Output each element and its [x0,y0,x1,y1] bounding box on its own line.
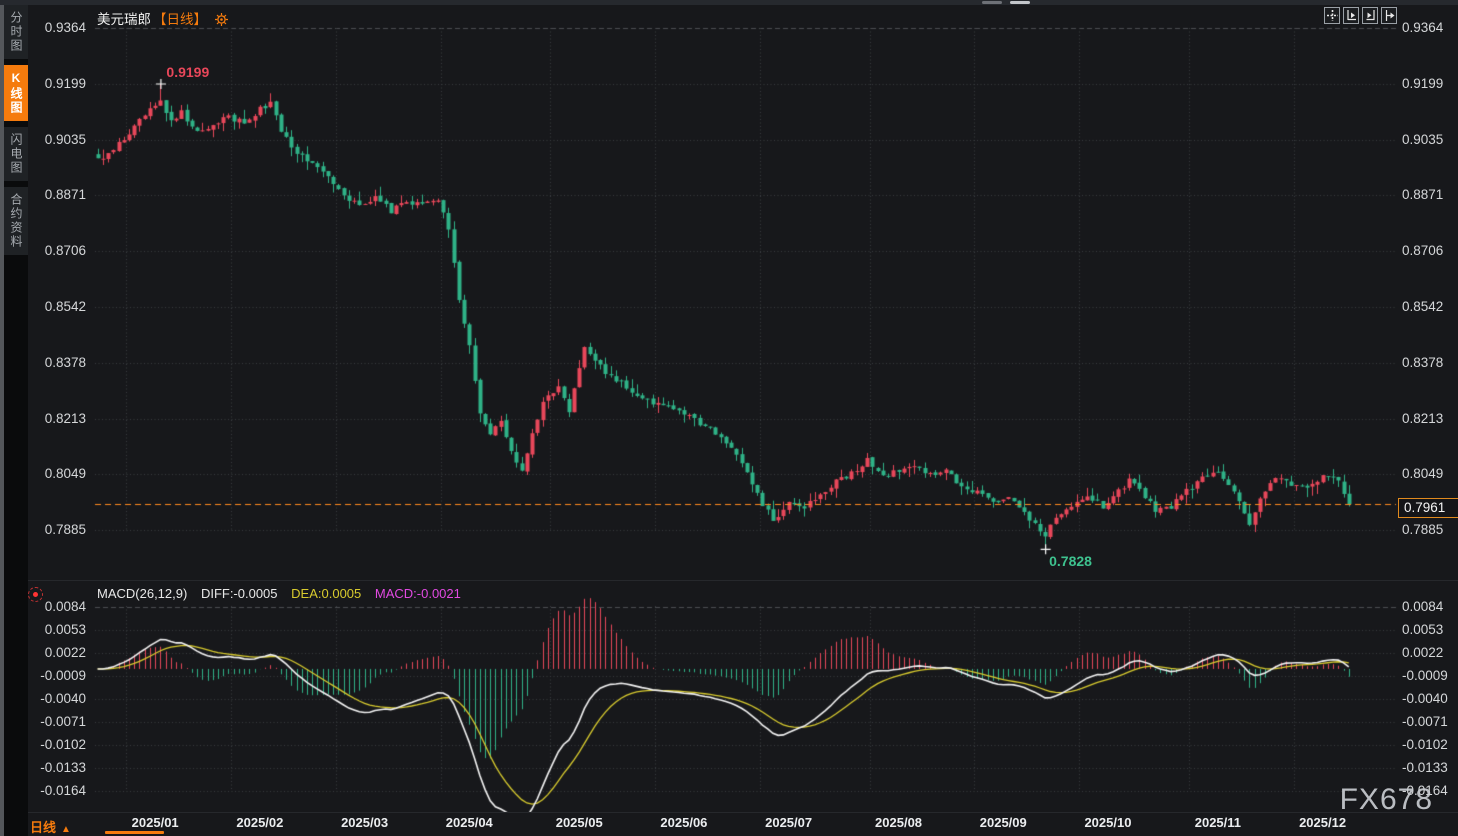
price-axis-label-left: 0.9199 [44,76,86,91]
macd-diff-value: DIFF:-0.0005 [200,586,278,601]
top-strip-chip [1010,1,1030,4]
price-axis-label-left: 0.9035 [44,131,86,147]
month-label: 2025/06 [660,815,708,830]
month-label: 2025/10 [1084,815,1132,830]
month-label: 2025/11 [1194,815,1242,830]
macd-dea-value: DEA:0.0005 [291,586,362,601]
month-label: 2025/03 [341,815,389,830]
macd-axis-label-right: -0.0009 [1402,667,1448,683]
month-label: 2025/01 [131,815,179,830]
symbol-name: 美元瑞郎 [97,12,151,27]
macd-axis-label-left: -0.0009 [40,667,86,683]
macd-axis-label-right: -0.0133 [1402,759,1448,775]
macd-axis-label-left: -0.0040 [40,690,86,706]
fx678-watermark: FX678 [1339,783,1433,816]
sidebar: 分时图 K线图闪电图合约资料 [4,5,28,836]
price-axis-label-right: 0.8706 [1402,243,1444,259]
macd-macd-value: MACD:-0.0021 [374,586,461,601]
month-label: 2025/08 [875,815,923,830]
sidebar-item-contract-info[interactable]: 合约资料 [4,187,28,255]
macd-axis-label-left: -0.0102 [40,736,86,752]
sidebar-item-kline-chart[interactable]: K线图 [4,65,28,121]
price-axis-label-left: 0.8378 [44,354,86,370]
low-annotation: 0.7828 [1049,553,1092,570]
price-axis-label-left: 0.8871 [44,187,86,203]
price-axis-label-right: 0.8871 [1402,187,1444,203]
month-label: 2025/09 [979,815,1027,830]
macd-axis-label-left: -0.0133 [40,759,86,775]
period-selector-label: 日线 [30,820,57,835]
price-axis-label-right: 0.8213 [1402,410,1444,426]
month-label: 2025/07 [765,815,813,830]
month-label: 2025/02 [236,815,284,830]
chart-title: 美元瑞郎 【日线】 [97,8,228,29]
period-tag: 【日线】 [153,12,207,27]
macd-axis-label-left: -0.0071 [40,713,86,729]
macd-indicator-label: MACD(26,12,9) [97,586,188,601]
price-axis-label-right: 0.7885 [1402,522,1444,537]
macd-axis-label-right: 0.0022 [1402,644,1444,660]
chart-toolbar [1324,7,1397,24]
axis-divider [28,812,1458,813]
pane-divider [28,580,1458,581]
price-axis-label-left: 0.8213 [44,410,86,426]
macd-axis-label-right: -0.0040 [1402,690,1448,706]
price-axis-label-right: 0.8378 [1402,354,1444,370]
red-burst-icon[interactable] [28,587,43,602]
macd-header: MACD(26,12,9) DIFF:-0.0005 DEA:0.0005 MA… [97,586,471,601]
macd-axis-label-right: -0.0102 [1402,736,1448,752]
price-axis-label-right: 0.8542 [1402,299,1444,314]
macd-axis-label-right: 0.0084 [1402,598,1444,614]
candlestick-macd-canvas[interactable] [0,0,1458,836]
top-window-strip [0,0,1458,5]
price-axis-label-right: 0.8049 [1402,466,1444,482]
collapse-panel-icon[interactable] [1381,7,1397,24]
price-axis-label-right: 0.9364 [1402,20,1444,35]
price-axis-label-left: 0.8049 [44,466,86,482]
month-label: 2025/04 [445,815,493,830]
price-axis-label-right: 0.9199 [1402,76,1444,91]
price-axis-label-left: 0.9364 [44,20,86,35]
macd-axis-label-right: 0.0053 [1402,621,1444,637]
price-axis-label-left: 0.8706 [44,243,86,259]
macd-axis-label-left: 0.0053 [44,621,86,637]
high-annotation: 0.9199 [166,64,210,80]
period-selector[interactable]: 日线 ▲ [30,817,71,836]
macd-axis-label-right: -0.0071 [1402,713,1448,729]
macd-axis-label-left: -0.0164 [40,782,86,798]
time-scrollbar-handle[interactable] [105,831,164,834]
chart-application: 分时图 K线图闪电图合约资料 美元瑞郎 【日线】 MACD(26,12,9) DIF… [0,0,1458,836]
current-price-box: 0.7961 [1398,498,1458,519]
macd-axis-label-left: 0.0022 [44,644,86,660]
month-label: 2025/05 [555,815,603,830]
triangle-up-icon: ▲ [61,824,71,835]
gear-icon[interactable] [214,13,228,29]
sidebar-item-time-chart[interactable]: 分时图 [4,5,28,59]
sidebar-item-lightning-chart[interactable]: 闪电图 [4,127,28,181]
price-axis-label-left: 0.8542 [44,299,86,314]
price-axis-left-icon[interactable] [1343,7,1359,24]
pan-crosshair-icon[interactable] [1324,7,1340,24]
price-axis-right-icon[interactable] [1362,7,1378,24]
price-axis-label-left: 0.7885 [44,522,86,537]
price-axis-label-right: 0.9035 [1402,131,1444,147]
top-strip-chip [982,1,1002,4]
